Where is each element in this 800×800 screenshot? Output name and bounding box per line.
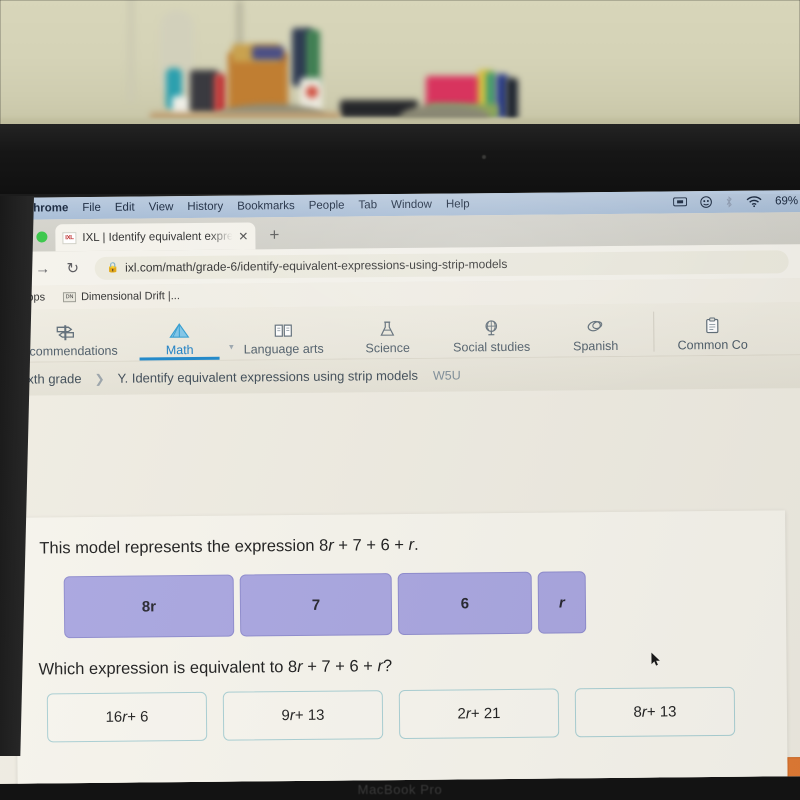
prompt-expr-coefficient: 8 (319, 536, 329, 555)
menu-item-edit[interactable]: Edit (115, 202, 135, 214)
prompt-expr-period: . (413, 535, 419, 554)
answer-choice[interactable]: 8r + 13 (574, 686, 736, 738)
pyramid-icon (137, 321, 221, 342)
choice-rest: + 13 (646, 703, 677, 721)
address-bar-url: ixl.com/math/grade-6/identify-equivalent… (125, 256, 508, 275)
airplay-icon[interactable] (673, 196, 688, 208)
strip-segment: 7 (239, 573, 393, 637)
laptop-bezel-top (0, 124, 800, 196)
answer-choice[interactable]: 2r + 21 (398, 688, 560, 740)
ask-text: Which expression is equivalent to (38, 658, 289, 679)
menu-item-bookmarks[interactable]: Bookmarks (237, 200, 295, 213)
strip-segment-label: 8r (141, 597, 157, 615)
subject-label: Social studies (453, 339, 531, 355)
answer-choice[interactable]: 9r + 13 (222, 690, 384, 741)
address-bar[interactable]: 🔒 ixl.com/math/grade-6/identify-equivale… (94, 249, 789, 280)
chevron-right-icon: ❯ (94, 371, 105, 386)
choice-coefficient: 16 (105, 708, 123, 726)
choice-rest: + 6 (127, 708, 149, 726)
open-book-icon (241, 320, 325, 341)
bookmark-label: Dimensional Drift |... (80, 290, 180, 304)
nav-divider (653, 311, 655, 352)
choice-rest: + 21 (470, 705, 501, 723)
subject-tab-common-core[interactable]: Common Co (660, 316, 764, 356)
strip-segment: 8r (63, 574, 235, 639)
flask-icon (345, 319, 429, 340)
wifi-icon[interactable] (746, 196, 762, 208)
subject-tab-science[interactable]: Science (335, 319, 439, 359)
subject-label: Spanish (573, 338, 619, 354)
user-face-icon[interactable] (700, 196, 712, 208)
battery-percentage: 69% (774, 195, 799, 208)
ask-expr-middle: + 7 + 6 + (302, 657, 378, 676)
strip-segment-label: 6 (460, 594, 470, 612)
browser-tab-ixl[interactable]: IXL IXL | Identify equivalent express ✕ (55, 222, 256, 252)
zoom-window-button[interactable] (36, 231, 48, 243)
strip-segment: r (537, 571, 587, 634)
menu-item-help[interactable]: Help (446, 198, 470, 210)
breadcrumb-skill: Y. Identify equivalent expressions using… (117, 367, 419, 386)
menu-item-people[interactable]: People (309, 200, 345, 212)
tab-title: IXL | Identify equivalent express (82, 230, 233, 244)
choice-coefficient: 9 (281, 707, 290, 725)
subject-tab-spanish[interactable]: Spanish (543, 317, 647, 357)
spanish-icon (553, 317, 637, 338)
ixl-page: Recommendations Math ▾ Language arts Sci… (0, 302, 800, 784)
arrow-right-icon[interactable]: → (29, 260, 57, 277)
menu-item-tab[interactable]: Tab (358, 199, 377, 211)
answer-choice[interactable]: 16 r + 6 (46, 691, 208, 743)
ask-expr-question-mark: ? (382, 657, 393, 676)
room-background (0, 0, 800, 128)
subject-tab-social-studies[interactable]: Social studies (439, 318, 543, 358)
menu-item-window[interactable]: Window (391, 199, 432, 211)
close-icon[interactable]: ✕ (238, 229, 248, 243)
webcam-icon (482, 155, 486, 159)
skill-code: W5U (432, 367, 461, 383)
strip-model: 8r 7 6 r (15, 551, 786, 639)
subject-label: Common Co (677, 337, 748, 353)
prompt-expr-middle: + 7 + 6 + (333, 535, 409, 555)
choice-coefficient: 8 (633, 703, 642, 721)
question-card: This model represents the expression 8r … (15, 510, 789, 784)
strip-segment-label: 7 (311, 596, 321, 614)
subject-label: Science (365, 340, 410, 356)
bookmark-dimensional-drift[interactable]: DN Dimensional Drift |... (63, 290, 180, 303)
subject-label: Math (165, 342, 194, 358)
subject-nav: Recommendations Math ▾ Language arts Sci… (0, 302, 800, 362)
subject-label: Language arts (243, 341, 324, 357)
ask-expr-coefficient: 8 (287, 658, 298, 677)
choice-coefficient: 2 (457, 705, 466, 723)
menu-item-file[interactable]: File (82, 202, 101, 214)
new-tab-button[interactable]: + (255, 225, 291, 249)
mouse-pointer-icon (650, 652, 661, 673)
clipboard-icon (670, 316, 754, 337)
menu-item-history[interactable]: History (187, 201, 223, 213)
lock-icon: 🔒 (106, 262, 120, 274)
globe-stand-icon (449, 318, 533, 339)
strip-segment-label: r (558, 593, 565, 611)
strip-segment: 6 (397, 571, 533, 636)
answer-choices: 16 r + 6 9r + 13 2r + 21 8r + 13 (17, 672, 788, 743)
choice-rest: + 13 (294, 706, 325, 725)
dn-favicon: DN (63, 292, 77, 303)
prompt-text: This model represents the expression (39, 536, 320, 558)
menu-item-view[interactable]: View (149, 201, 174, 213)
reload-icon[interactable]: ↻ (59, 259, 87, 277)
laptop-screen:  Chrome File Edit View History Bookmark… (0, 190, 800, 784)
subject-tab-language-arts[interactable]: Language arts (231, 320, 335, 360)
bluetooth-icon[interactable] (725, 196, 733, 208)
ixl-favicon: IXL (62, 231, 77, 244)
macbook-pro-label: MacBook Pro (357, 782, 443, 797)
subject-tab-math[interactable]: Math ▾ (127, 321, 234, 361)
